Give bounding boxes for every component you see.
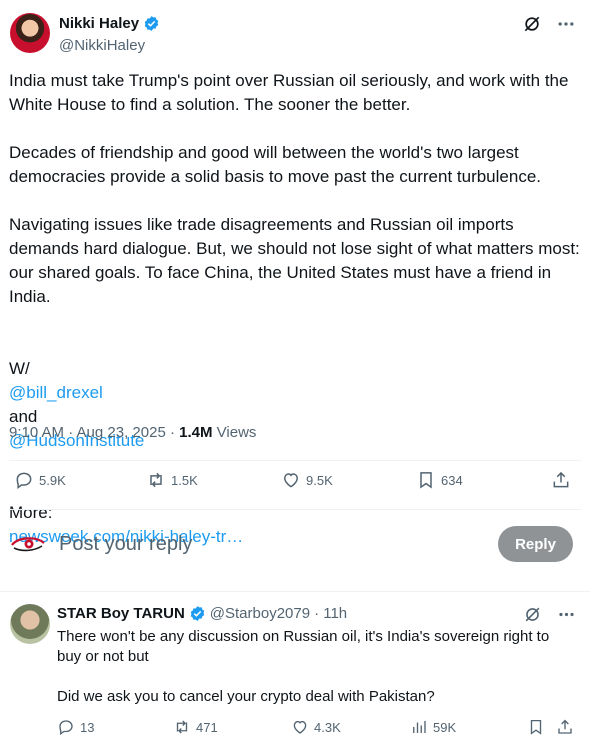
views-count: 1.4M [179,424,213,441]
reply-icon [16,472,32,489]
reply-action[interactable]: 5.9K [14,470,66,490]
reply-author-handle[interactable]: @Starboy2079 [210,605,310,622]
tweet-meta: 9:10 AM · Aug 23, 2025 · 1.4M Views [9,424,256,441]
reply-header: STAR Boy TARUN @Starboy2079 · 11h [57,605,347,622]
reply-input[interactable]: Post your reply [59,533,192,556]
author-name-row[interactable]: Nikki Haley [59,15,160,32]
author-name[interactable]: Nikki Haley [59,15,139,32]
author-handle[interactable]: @NikkiHaley [59,37,145,54]
with-prefix: W/ [9,359,30,378]
eye-logo-icon [11,537,45,552]
reply-icon [59,720,73,736]
reply-button[interactable]: Reply [498,526,573,562]
repost-action[interactable]: 1.5K [146,470,198,490]
like-icon [283,473,299,488]
reply-bookmark-action[interactable] [527,718,545,736]
verified-badge-icon [189,605,206,622]
tweet-actions: 5.9K 1.5K 9.5K 634 [0,470,590,498]
reply-repost-count: 471 [196,719,218,735]
bookmark-icon [420,472,432,489]
share-icon [553,471,569,488]
reply-separator [0,591,590,592]
tweet-paragraph-3: Navigating issues like trade disagreemen… [9,215,580,306]
mention-bill-drexel[interactable]: @bill_drexel [9,383,103,402]
repost-icon [176,720,188,734]
more-icon[interactable] [556,14,576,34]
divider-bottom [9,509,581,510]
tweet-timestamp[interactable]: 9:10 AM · Aug 23, 2025 · [9,424,175,441]
reply-time[interactable]: · 11h [314,605,347,622]
tweet-paragraph-1: India must take Trump's point over Russi… [9,71,569,114]
like-action[interactable]: 9.5K [281,470,333,490]
reply-composer: Post your reply Reply [0,518,590,574]
reply-reply-count: 13 [80,719,95,735]
reply-views-count: 59K [433,719,457,735]
reply-like-action[interactable]: 4.3K [291,718,341,736]
bookmark-count: 634 [441,472,463,488]
divider-top [9,460,581,461]
reply-reply-action[interactable]: 13 [57,718,94,736]
repost-icon [150,472,162,488]
more-icon[interactable] [556,604,576,624]
like-icon [293,720,307,734]
like-count: 9.5K [306,472,333,488]
share-icon [558,719,572,734]
share-action[interactable] [551,470,571,490]
reply-views-action[interactable]: 59K [410,718,456,736]
reply-text-2: Did we ask you to cancel your crypto dea… [57,688,435,705]
bookmark-icon [530,719,542,735]
reply-share-action[interactable] [556,718,574,736]
reply-count: 5.9K [39,472,66,488]
reply-like-count: 4.3K [314,719,341,735]
reply-text-1: There won't be any discussion on Russian… [57,628,550,665]
repost-count: 1.5K [171,472,198,488]
views-icon [413,721,426,733]
views-label: Views [216,424,257,441]
reply-body: There won't be any discussion on Russian… [57,627,577,727]
reply-author-name[interactable]: STAR Boy TARUN [57,605,185,622]
bookmark-action[interactable]: 634 [416,470,463,490]
verified-badge-icon [143,15,160,32]
tweet-paragraph-2: Decades of friendship and good will betw… [9,143,541,186]
reply-top-icons [522,604,576,624]
reply-repost-action[interactable]: 471 [173,718,218,736]
reply-author-avatar[interactable] [10,604,50,644]
author-avatar[interactable] [10,13,50,53]
grok-icon[interactable] [522,14,542,34]
tweet-top-icons [522,14,576,34]
grok-icon[interactable] [522,604,542,624]
reply-actions: 13 471 4.3K 59K [0,718,590,740]
